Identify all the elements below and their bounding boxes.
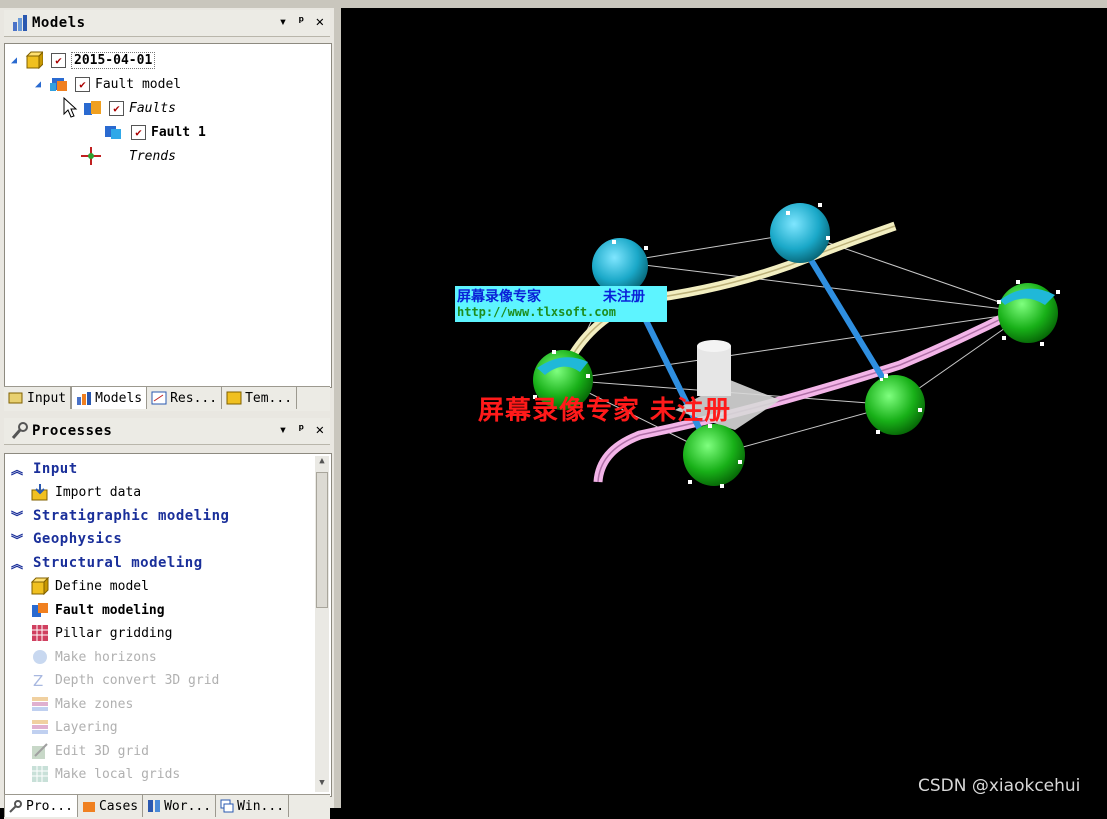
credit-text: CSDN @xiaokcehui [918,776,1081,796]
watermark-box: 屏幕录像专家 未注册 http://www.tlxsoft.com [455,286,667,322]
handle-cube[interactable] [998,283,1058,343]
pillar-right [802,248,893,392]
watermark-text-unreg: 未注册 [603,289,645,305]
handle-cube[interactable] [770,203,830,263]
handle-cube[interactable] [865,375,925,435]
handle-cube[interactable] [683,424,745,486]
watermark-text-cn: 屏幕录像专家 [457,289,541,305]
watermark-red-text: 屏幕录像专家 未注册 [478,396,732,426]
watermark-url: http://www.tlxsoft.com [457,305,616,319]
